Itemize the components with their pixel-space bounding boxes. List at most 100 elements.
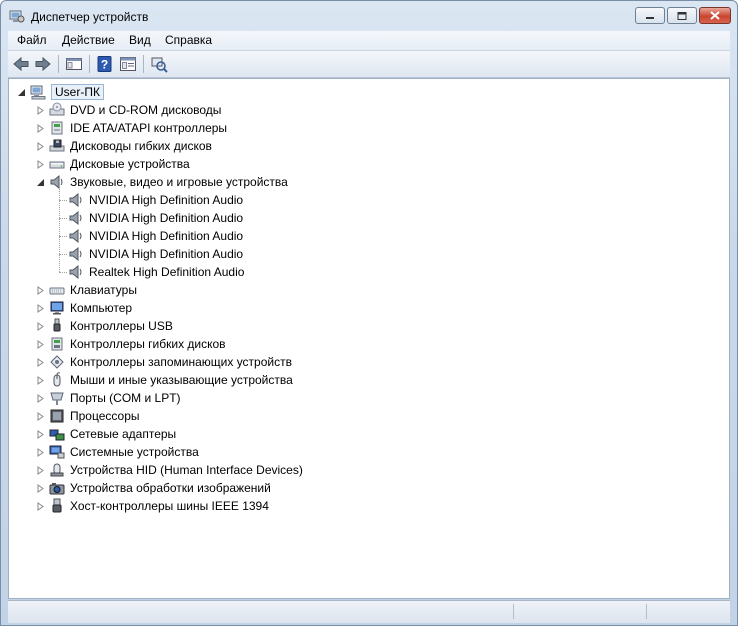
category-label: Контроллеры гибких дисков <box>70 337 226 351</box>
toolbar-separator <box>89 55 90 73</box>
device-label: NVIDIA High Definition Audio <box>89 211 244 225</box>
tree-category-node[interactable]: Устройства HID (Human Interface Devices) <box>36 461 303 479</box>
window-controls <box>633 7 731 24</box>
device-manager-app-icon <box>9 10 25 23</box>
expand-triangle-icon[interactable] <box>36 303 45 313</box>
category-label: DVD и CD-ROM дисководы <box>70 103 222 117</box>
close-button[interactable] <box>699 7 731 24</box>
speaker-icon <box>69 192 82 208</box>
expand-triangle-icon[interactable] <box>36 483 45 493</box>
ide-controller-icon <box>51 121 63 135</box>
tree-root-node[interactable]: User-ПК <box>17 83 104 101</box>
tree-category-node[interactable]: Дисководы гибких дисков <box>36 137 212 155</box>
category-label: Звуковые, видео и игровые устройства <box>70 175 288 189</box>
device-label: Realtek High Definition Audio <box>89 265 245 279</box>
hid-icon <box>50 463 64 477</box>
expand-triangle-icon[interactable] <box>36 375 45 385</box>
tree-category-node[interactable]: Хост-контроллеры шины IEEE 1394 <box>36 497 269 515</box>
expand-triangle-icon[interactable] <box>36 321 45 331</box>
category-label: Порты (COM и LPT) <box>70 391 181 405</box>
tree-category-node[interactable]: Компьютер <box>36 299 132 317</box>
expand-triangle-icon[interactable] <box>36 501 45 511</box>
menu-view[interactable]: Вид <box>129 33 151 47</box>
tree-category-node[interactable]: Порты (COM и LPT) <box>36 389 181 407</box>
tree-device-node[interactable]: NVIDIA High Definition Audio <box>68 209 243 227</box>
category-label: Мыши и иные указывающие устройства <box>70 373 293 387</box>
tree-category-node[interactable]: Сетевые адаптеры <box>36 425 176 443</box>
tree-category-node[interactable]: Контроллеры гибких дисков <box>36 335 226 353</box>
help-icon[interactable]: ? <box>96 55 114 73</box>
menu-help[interactable]: Справка <box>165 33 212 47</box>
maximize-button[interactable] <box>667 7 697 24</box>
expand-triangle-icon[interactable] <box>36 411 45 421</box>
console-tree-icon[interactable] <box>65 55 83 73</box>
menu-file[interactable]: Файл <box>17 33 47 47</box>
scan-hardware-icon[interactable] <box>150 55 168 73</box>
back-arrow-icon[interactable] <box>12 55 30 73</box>
mouse-icon <box>53 372 61 387</box>
tree-category-node[interactable]: Дисковые устройства <box>36 155 190 173</box>
expand-triangle-icon[interactable] <box>36 357 45 367</box>
close-icon <box>710 11 720 20</box>
status-bar <box>8 600 730 623</box>
tree-connector-line <box>59 218 67 219</box>
expand-triangle-icon[interactable] <box>36 339 45 349</box>
toolbar-separator <box>58 55 59 73</box>
tree-device-node[interactable]: NVIDIA High Definition Audio <box>68 245 243 263</box>
tree-connector-line <box>59 236 67 237</box>
category-label: IDE ATA/ATAPI контроллеры <box>70 121 228 135</box>
expand-triangle-icon[interactable] <box>36 465 45 475</box>
expand-triangle-icon[interactable] <box>36 429 45 439</box>
tree-category-node[interactable]: Системные устройства <box>36 443 199 461</box>
tree-category-node[interactable]: Контроллеры запоминающих устройств <box>36 353 292 371</box>
menu-action[interactable]: Действие <box>62 33 115 47</box>
minimize-button[interactable] <box>635 7 665 24</box>
menu-bar: Файл Действие Вид Справка <box>8 31 730 51</box>
expand-triangle-icon[interactable] <box>36 285 45 295</box>
expand-triangle-icon[interactable] <box>36 141 45 151</box>
category-label: Устройства HID (Human Interface Devices) <box>70 463 303 477</box>
tree-category-node[interactable]: Звуковые, видео и игровые устройства <box>36 173 288 191</box>
floppy-drive-icon <box>49 139 65 152</box>
tree-device-node[interactable]: NVIDIA High Definition Audio <box>68 191 243 209</box>
expand-triangle-icon[interactable] <box>36 159 45 169</box>
collapse-triangle-icon[interactable] <box>36 178 45 187</box>
device-manager-window: Диспетчер устройств Файл Действие Вид Сп… <box>0 0 738 626</box>
minimize-icon <box>646 16 654 19</box>
speaker-icon <box>69 210 82 226</box>
forward-arrow-icon[interactable] <box>34 55 52 73</box>
tree-category-node[interactable]: Клавиатуры <box>36 281 137 299</box>
category-label: Системные устройства <box>70 445 199 459</box>
tree-connector-line <box>59 254 67 255</box>
tree-device-node[interactable]: Realtek High Definition Audio <box>68 263 244 281</box>
tree-device-node[interactable]: NVIDIA High Definition Audio <box>68 227 243 245</box>
category-label: Дисковые устройства <box>70 157 190 171</box>
status-pane <box>646 604 727 619</box>
category-label: Контроллеры запоминающих устройств <box>70 355 292 369</box>
expand-triangle-icon[interactable] <box>36 123 45 133</box>
tree-category-node[interactable]: DVD и CD-ROM дисководы <box>36 101 221 119</box>
collapse-triangle-icon[interactable] <box>17 88 26 97</box>
usb-icon <box>53 318 61 332</box>
expand-triangle-icon[interactable] <box>36 447 45 457</box>
dvd-drive-icon <box>49 102 65 116</box>
tree-category-node[interactable]: Контроллеры USB <box>36 317 173 335</box>
keyboard-icon <box>49 287 65 295</box>
tree-root-label: User-ПК <box>51 84 104 100</box>
expand-triangle-icon[interactable] <box>36 105 45 115</box>
properties-icon[interactable] <box>119 55 137 73</box>
title-bar[interactable]: Диспетчер устройств <box>1 1 737 31</box>
tree-category-node[interactable]: Устройства обработки изображений <box>36 479 271 497</box>
tree-category-node[interactable]: Мыши и иные указывающие устройства <box>36 371 293 389</box>
speaker-icon <box>50 174 63 190</box>
ieee1394-icon <box>52 498 62 513</box>
disk-drive-icon <box>49 161 65 169</box>
port-icon <box>50 392 64 405</box>
tree-category-node[interactable]: IDE ATA/ATAPI контроллеры <box>36 119 227 137</box>
tree-category-node[interactable]: Процессоры <box>36 407 140 425</box>
device-tree[interactable]: User-ПК DVD и CD-ROM дисководы IDE ATA/ATA… <box>8 78 730 599</box>
status-pane <box>513 604 646 619</box>
device-label: NVIDIA High Definition Audio <box>89 193 244 207</box>
expand-triangle-icon[interactable] <box>36 393 45 403</box>
floppy-controller-icon <box>51 337 63 351</box>
